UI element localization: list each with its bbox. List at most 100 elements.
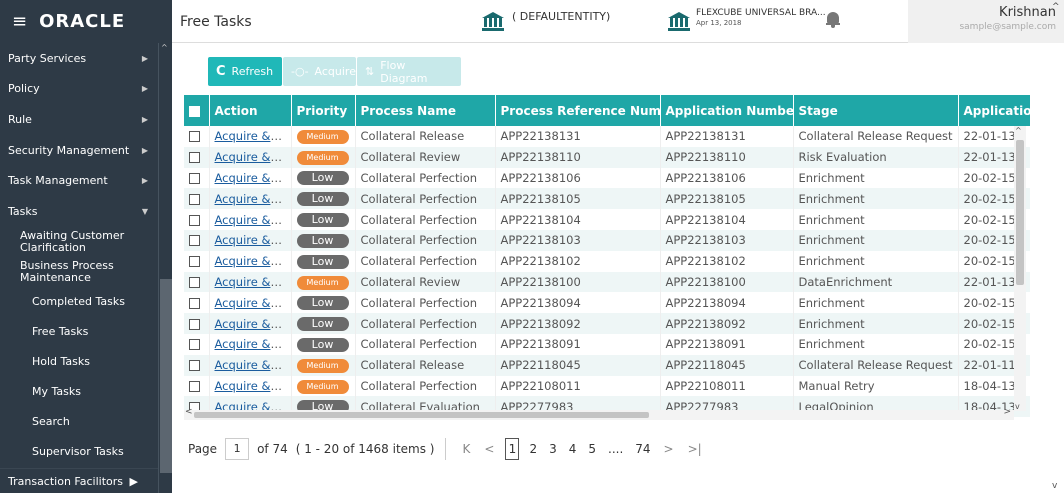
- row-checkbox[interactable]: [184, 126, 210, 147]
- row-checkbox[interactable]: [184, 209, 210, 230]
- action-cell[interactable]: Acquire & E...: [209, 354, 292, 376]
- action-cell[interactable]: Acquire & E...: [209, 229, 292, 251]
- next-page-button[interactable]: >: [664, 442, 674, 456]
- sidebar-subitem-supervisor-tasks[interactable]: Supervisor Tasks: [0, 437, 158, 467]
- sidebar-subitem-awaiting-customer-clarification[interactable]: Awaiting Customer Clarification: [0, 227, 158, 257]
- table-row[interactable]: Acquire & E... Low Collateral Perfection AP…: [184, 229, 1030, 251]
- column-header[interactable]: Priority: [291, 95, 356, 126]
- acquire-edit-link[interactable]: Acquire & E...: [215, 275, 291, 289]
- scroll-down-icon[interactable]: v: [1052, 481, 1057, 491]
- vertical-scroll-thumb[interactable]: [1016, 140, 1024, 285]
- table-row[interactable]: Acquire & E... Low Collateral Perfection AP…: [184, 333, 1030, 355]
- sidebar-subitem-search[interactable]: Search: [0, 407, 158, 437]
- table-horizontal-scrollbar[interactable]: < >: [184, 407, 1014, 420]
- table-vertical-scrollbar[interactable]: ^ v: [1014, 126, 1026, 411]
- sidebar-item-transaction-facilitors[interactable]: Transaction Facilitors ▶: [0, 468, 158, 493]
- row-checkbox[interactable]: [184, 313, 210, 334]
- column-header[interactable]: Application: [958, 95, 1030, 126]
- action-cell[interactable]: Acquire & E...: [209, 313, 292, 334]
- table-row[interactable]: Acquire & E... Medium Collateral Perfectio…: [184, 375, 1030, 397]
- entity-selector[interactable]: ( DEFAULTENTITY): [512, 10, 610, 23]
- first-page-button[interactable]: K: [463, 442, 471, 456]
- scroll-up-icon[interactable]: ^: [161, 43, 168, 52]
- hamburger-menu-icon[interactable]: ≡: [12, 11, 27, 32]
- sidebar-subitem-business-process-maintenance[interactable]: Business Process Maintenance: [0, 257, 158, 287]
- page-button[interactable]: 3: [549, 442, 557, 456]
- column-header[interactable]: Action: [209, 95, 292, 126]
- table-row[interactable]: Acquire & E... Medium Collateral Review APP…: [184, 146, 1030, 168]
- page-button-current[interactable]: 1: [505, 438, 520, 460]
- page-number-input[interactable]: 1: [225, 438, 250, 460]
- last-page-button[interactable]: >|: [688, 442, 702, 456]
- sidebar-subitem-hold-tasks[interactable]: Hold Tasks: [0, 347, 158, 377]
- page-button[interactable]: 4: [569, 442, 577, 456]
- table-row[interactable]: Acquire & E... Low Collateral Perfection AP…: [184, 167, 1030, 189]
- page-button[interactable]: 2: [529, 442, 537, 456]
- sidebar-subitem-completed-tasks[interactable]: Completed Tasks: [0, 287, 158, 317]
- sidebar-item-task-management[interactable]: Task Management ▶: [0, 165, 158, 196]
- table-row[interactable]: Acquire & E... Medium Collateral Release AP…: [184, 354, 1030, 376]
- row-checkbox[interactable]: [184, 167, 210, 189]
- column-header[interactable]: Application Number: [660, 95, 794, 126]
- table-row[interactable]: Acquire & E... Low Collateral Perfection AP…: [184, 188, 1030, 210]
- row-checkbox[interactable]: [184, 375, 210, 397]
- column-header[interactable]: Process Name: [355, 95, 496, 126]
- table-row[interactable]: Acquire & E... Low Collateral Perfection AP…: [184, 209, 1030, 230]
- scroll-left-icon[interactable]: <: [185, 407, 193, 417]
- sidebar-subitem-free-tasks[interactable]: Free Tasks: [0, 317, 158, 347]
- acquire-edit-link[interactable]: Acquire & E...: [215, 358, 291, 372]
- sidebar-scroll-thumb[interactable]: [160, 279, 172, 473]
- refresh-button[interactable]: C Refresh: [208, 57, 282, 86]
- row-checkbox[interactable]: [184, 292, 210, 314]
- table-row[interactable]: Acquire & E... Low Collateral Perfection AP…: [184, 292, 1030, 314]
- sidebar-item-rule[interactable]: Rule ▶: [0, 104, 158, 135]
- column-header[interactable]: Stage: [793, 95, 959, 126]
- sidebar-subitem-my-tasks[interactable]: My Tasks: [0, 377, 158, 407]
- table-row[interactable]: Acquire & E... Medium Collateral Release AP…: [184, 126, 1030, 147]
- action-cell[interactable]: Acquire & E...: [209, 188, 292, 210]
- acquire-edit-link[interactable]: Acquire & E...: [215, 171, 291, 185]
- branch-selector[interactable]: FLEXCUBE UNIVERSAL BRA... Apr 13, 2018: [696, 8, 826, 28]
- acquire-edit-link[interactable]: Acquire & E...: [215, 150, 291, 164]
- action-cell[interactable]: Acquire & E...: [209, 146, 292, 168]
- page-button[interactable]: 74: [635, 442, 650, 456]
- sidebar-item-policy[interactable]: Policy ▶: [0, 74, 158, 105]
- user-menu[interactable]: Krishnan sample@sample.com: [908, 0, 1064, 43]
- select-all-checkbox[interactable]: [184, 95, 210, 126]
- row-checkbox[interactable]: [184, 188, 210, 210]
- sidebar-scrollbar[interactable]: ^: [158, 43, 172, 493]
- acquire-edit-link[interactable]: Acquire & E...: [215, 317, 291, 331]
- scroll-up-icon[interactable]: ^: [1015, 126, 1022, 135]
- page-button[interactable]: 5: [588, 442, 596, 456]
- flow-diagram-button[interactable]: ⇅ Flow Diagram: [357, 57, 461, 86]
- acquire-edit-link[interactable]: Acquire & E...: [215, 192, 291, 206]
- acquire-edit-link[interactable]: Acquire & E...: [215, 213, 291, 227]
- scroll-down-icon[interactable]: v: [1015, 402, 1020, 411]
- row-checkbox[interactable]: [184, 229, 210, 251]
- acquire-button[interactable]: -○- Acquire: [283, 57, 356, 86]
- row-checkbox[interactable]: [184, 271, 210, 293]
- row-checkbox[interactable]: [184, 333, 210, 355]
- horizontal-scroll-thumb[interactable]: [194, 412, 649, 418]
- row-checkbox[interactable]: [184, 146, 210, 168]
- table-row[interactable]: Acquire & E... Medium Collateral Review APP…: [184, 271, 1030, 293]
- sidebar-item-tasks[interactable]: Tasks ▼: [0, 196, 158, 227]
- sidebar-item-security-management[interactable]: Security Management ▶: [0, 135, 158, 166]
- previous-page-button[interactable]: <: [484, 442, 494, 456]
- bell-icon[interactable]: [826, 12, 840, 28]
- page-scrollbar[interactable]: v: [1050, 43, 1064, 493]
- action-cell[interactable]: Acquire & E...: [209, 375, 292, 397]
- row-checkbox[interactable]: [184, 250, 210, 272]
- acquire-edit-link[interactable]: Acquire & E...: [215, 296, 291, 310]
- table-row[interactable]: Acquire & E... Low Collateral Perfection AP…: [184, 250, 1030, 272]
- column-header[interactable]: Process Reference Number: [495, 95, 661, 126]
- action-cell[interactable]: Acquire & E...: [209, 250, 292, 272]
- acquire-edit-link[interactable]: Acquire & E...: [215, 337, 291, 351]
- action-cell[interactable]: Acquire & E...: [209, 271, 292, 293]
- action-cell[interactable]: Acquire & E...: [209, 167, 292, 189]
- action-cell[interactable]: Acquire & E...: [209, 126, 292, 147]
- action-cell[interactable]: Acquire & E...: [209, 292, 292, 314]
- scroll-right-icon[interactable]: >: [1003, 407, 1011, 417]
- action-cell[interactable]: Acquire & E...: [209, 333, 292, 355]
- acquire-edit-link[interactable]: Acquire & E...: [215, 233, 291, 247]
